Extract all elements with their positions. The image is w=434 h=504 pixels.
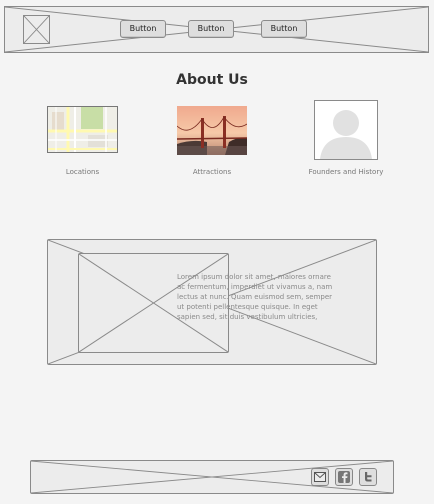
footer-bar bbox=[30, 460, 394, 494]
attractions-label: Attractions bbox=[192, 168, 232, 176]
nav-button-1[interactable]: Button bbox=[120, 20, 166, 38]
nav-button-3[interactable]: Button bbox=[261, 20, 307, 38]
founders-avatar-image[interactable] bbox=[314, 100, 378, 160]
locations-label: Locations bbox=[65, 168, 100, 176]
page-title: About Us bbox=[176, 72, 248, 88]
founders-label: Founders and History bbox=[308, 168, 384, 176]
logo-placeholder bbox=[23, 15, 50, 44]
content-text: Lorem ipsum dolor sit amet, maiores orna… bbox=[177, 273, 333, 321]
header-bar: Button Button Button bbox=[4, 6, 429, 53]
twitter-icon[interactable] bbox=[359, 468, 377, 486]
facebook-icon[interactable] bbox=[335, 468, 353, 486]
nav-button-2[interactable]: Button bbox=[188, 20, 234, 38]
content-panel: Lorem ipsum dolor sit amet, maiores orna… bbox=[47, 239, 377, 365]
user-avatar-icon bbox=[320, 110, 372, 159]
attractions-image[interactable] bbox=[177, 106, 247, 155]
mail-icon[interactable] bbox=[311, 468, 329, 486]
locations-map-image[interactable] bbox=[47, 106, 118, 153]
